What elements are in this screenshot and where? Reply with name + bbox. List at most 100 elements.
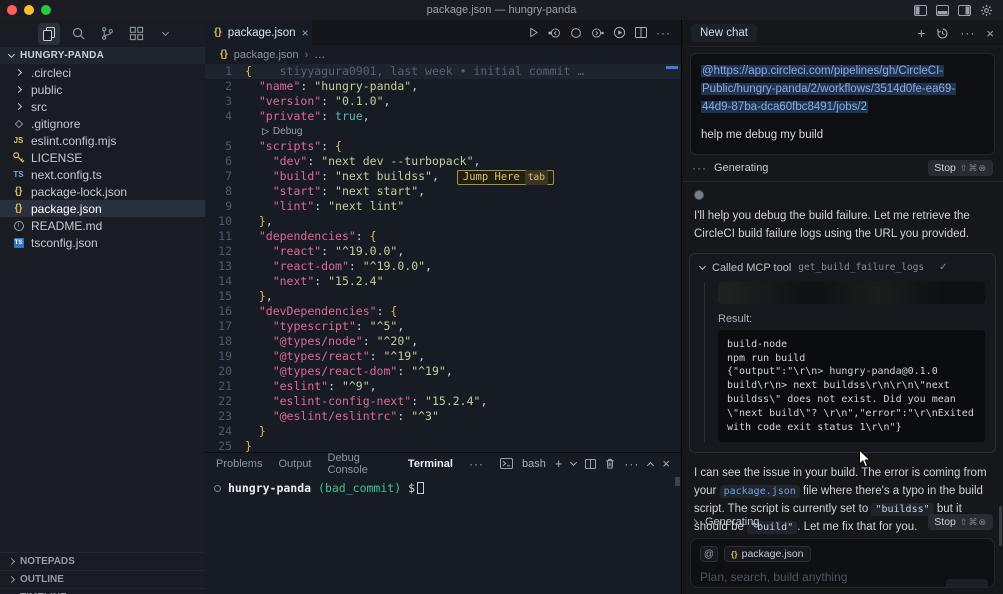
chevron-right-icon[interactable]: [691, 518, 698, 525]
window-title: package.json — hungry-panda: [0, 4, 1003, 16]
code-line-16[interactable]: 16 "devDependencies": {: [205, 304, 681, 319]
code-line-3[interactable]: 3 "version": "0.1.0",: [205, 94, 681, 109]
section-notepads[interactable]: NOTEPADS: [0, 552, 205, 570]
file-item-eslint-config-mjs[interactable]: JSeslint.config.mjs: [0, 132, 205, 149]
source-control-icon[interactable]: [96, 23, 118, 45]
code-line-5[interactable]: 5 "scripts": {: [205, 139, 681, 154]
file-item-package-lock-json[interactable]: {}package-lock.json: [0, 183, 205, 200]
panel-tab-debug-console[interactable]: Debug Console: [328, 452, 392, 476]
code-line-15[interactable]: 15 },: [205, 289, 681, 304]
code-line-18[interactable]: 18 "@types/node": "^20",: [205, 334, 681, 349]
code-line-13[interactable]: 13 "react-dom": "^19.0.0",: [205, 259, 681, 274]
chat-close-icon[interactable]: ×: [986, 26, 994, 41]
split-terminal-icon[interactable]: [585, 459, 596, 469]
code-line-14[interactable]: 14 "next": "15.2.4": [205, 274, 681, 289]
code-line-2[interactable]: 2 "name": "hungry-panda",: [205, 79, 681, 94]
toggle-left-sidebar-icon[interactable]: [914, 5, 927, 16]
code-line-23[interactable]: 23 "@eslint/eslintrc": "^3": [205, 409, 681, 424]
split-editor-icon[interactable]: [635, 27, 647, 38]
chat-input[interactable]: @ {} package.json Plan, search, build an…: [690, 538, 995, 588]
code-line-21[interactable]: 21 "eslint": "^9",: [205, 379, 681, 394]
file-item-tsconfig-json[interactable]: TStsconfig.json: [0, 234, 205, 251]
extensions-icon[interactable]: [125, 23, 147, 45]
maximize-panel-icon[interactable]: [647, 461, 654, 468]
explorer-icon[interactable]: [38, 23, 60, 45]
section-timeline[interactable]: TIMELINE: [0, 588, 205, 594]
kill-terminal-trash-icon[interactable]: [605, 458, 615, 469]
terminal-content[interactable]: hungry-panda (bad_commit) $: [205, 474, 681, 495]
debug-code-lens[interactable]: ▷Debug: [205, 124, 681, 139]
settings-gear-icon[interactable]: [980, 4, 993, 17]
file-label: next.config.ts: [31, 168, 102, 182]
code-line-12[interactable]: 12 "react": "^19.0.0",: [205, 244, 681, 259]
code-area[interactable]: 1{ stiyyagura0901, last week • initial c…: [205, 64, 681, 452]
code-line-1[interactable]: 1{ stiyyagura0901, last week • initial c…: [205, 64, 681, 79]
inline-code-chip[interactable]: package.json: [720, 485, 800, 498]
panel-tab-problems[interactable]: Problems: [216, 458, 262, 470]
code-line-19[interactable]: 19 "@types/react": "^19",: [205, 349, 681, 364]
code-line-7[interactable]: 7 "build": "next buildss",Jump Heretab: [205, 169, 681, 184]
chat-more-icon[interactable]: ···: [960, 26, 975, 40]
file-item-license[interactable]: LICENSE: [0, 149, 205, 166]
chat-history-icon[interactable]: [936, 27, 949, 40]
circleci-pipeline-link[interactable]: @https://app.circleci.com/pipelines/gh/C…: [701, 65, 956, 113]
chevron-down-icon[interactable]: [154, 23, 176, 45]
tool-result-code[interactable]: build-node npm run build {"output":"\r\n…: [718, 330, 985, 443]
close-panel-icon[interactable]: ×: [662, 456, 670, 471]
breadcrumb-more[interactable]: …: [314, 49, 325, 61]
code-line-8[interactable]: 8 "start": "next start",: [205, 184, 681, 199]
context-chip-package-json[interactable]: {} package.json: [724, 546, 811, 562]
nav-forward-icon[interactable]: [591, 27, 604, 39]
code-line-10[interactable]: 10 },: [205, 214, 681, 229]
close-tab-icon[interactable]: ×: [302, 26, 309, 40]
toggle-panel-icon[interactable]: [936, 5, 949, 16]
nav-dot-icon[interactable]: [570, 27, 582, 39]
code-line-11[interactable]: 11 "dependencies": {: [205, 229, 681, 244]
stop-button[interactable]: Stop ⇧⌘⊗: [928, 160, 993, 176]
file-item-package-json[interactable]: {}package.json: [0, 200, 205, 217]
code-line-6[interactable]: 6 "dev": "next dev --turbopack",: [205, 154, 681, 169]
terminal-scrollbar[interactable]: [675, 477, 680, 486]
run-circle-icon[interactable]: [613, 26, 626, 39]
run-icon[interactable]: [528, 27, 539, 38]
section-outline[interactable]: OUTLINE: [0, 570, 205, 588]
chat-scrollbar[interactable]: [999, 506, 1002, 546]
panel-more-actions-icon[interactable]: ···: [624, 457, 639, 471]
file-item-readme-md[interactable]: iREADME.md: [0, 217, 205, 234]
code-line-25[interactable]: 25}: [205, 439, 681, 452]
file-item-public[interactable]: public: [0, 81, 205, 98]
code-line-17[interactable]: 17 "typescript": "^5",: [205, 319, 681, 334]
panel-tab-output[interactable]: Output: [278, 458, 311, 470]
tool-call-header[interactable]: Called MCP tool get_build_failure_logs ✓: [700, 262, 985, 274]
code-line-24[interactable]: 24 }: [205, 424, 681, 439]
editor-group: {} package.json × ··· {} package.json › …: [205, 20, 681, 594]
nav-back-icon[interactable]: [548, 27, 561, 39]
file-item-src[interactable]: src: [0, 98, 205, 115]
toggle-right-sidebar-icon[interactable]: [958, 5, 971, 16]
breadcrumb-file[interactable]: package.json: [234, 49, 299, 61]
file-item-next-config-ts[interactable]: TSnext.config.ts: [0, 166, 205, 183]
code-line-22[interactable]: 22 "eslint-config-next": "15.2.4",: [205, 394, 681, 409]
overview-ruler-marker: [666, 66, 678, 69]
shell-label[interactable]: bash: [522, 458, 546, 470]
more-actions-icon[interactable]: ···: [656, 26, 671, 40]
code-line-4[interactable]: 4 "private": true,: [205, 109, 681, 124]
file-item--gitignore[interactable]: .gitignore: [0, 115, 205, 132]
jump-here-tooltip[interactable]: Jump Heretab: [457, 170, 554, 185]
breadcrumb[interactable]: {} package.json › …: [205, 45, 681, 64]
new-chat-icon[interactable]: +: [917, 25, 925, 41]
send-button[interactable]: [946, 579, 988, 588]
code-line-9[interactable]: 9 "lint": "next lint": [205, 199, 681, 214]
code-line-20[interactable]: 20 "@types/react-dom": "^19",: [205, 364, 681, 379]
jump-here-label: Jump Here: [463, 170, 520, 185]
new-terminal-icon[interactable]: +: [555, 456, 563, 471]
explorer-root-header[interactable]: HUNGRY-PANDA: [0, 47, 205, 64]
terminal-dropdown-icon[interactable]: [570, 459, 577, 466]
add-context-icon[interactable]: @: [700, 546, 718, 562]
panel-tab-terminal[interactable]: Terminal: [408, 458, 453, 470]
panel-more-icon[interactable]: ···: [469, 457, 484, 471]
search-icon[interactable]: [67, 23, 89, 45]
file-item--circleci[interactable]: .circleci: [0, 64, 205, 81]
stop-button[interactable]: Stop ⇧⌘⊗: [928, 514, 993, 530]
tab-package-json[interactable]: {} package.json ×: [205, 20, 312, 45]
